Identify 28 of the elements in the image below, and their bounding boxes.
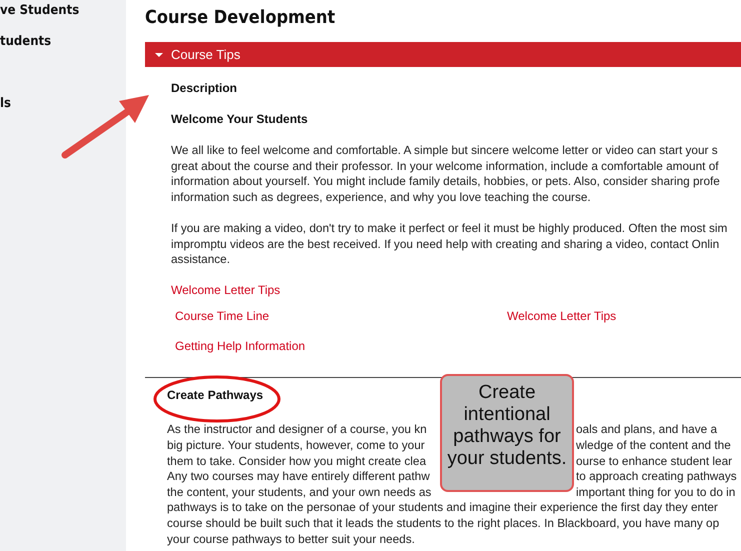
callout: Create intentional pathways for your students. — [440, 374, 574, 492]
paragraph-line: ourse to enhance student lear — [576, 454, 732, 470]
paragraph-line: oals and plans, and have a — [576, 422, 718, 438]
section-heading: Create Pathways — [167, 388, 264, 402]
section-heading: Welcome Your Students — [171, 112, 308, 126]
paragraph-line: the content, your students, and your own needs as — [167, 484, 432, 500]
sidebar-item[interactable]: tudents — [0, 34, 52, 50]
paragraph-line: wledge of the content and the — [576, 438, 731, 454]
paragraph: We all like to feel welcome and comfortable. A simple but sincere welcome letter or video can start your s great about the course and their professor. In your welcome information, include a comfortable amount of information about yourself. You might include family details, hobbies, or pets. Also, consider sharing profe information such as degrees, experience, and why you love teaching the course. — [171, 143, 721, 206]
paragraph-line: big picture. Your students, however, come to your — [167, 438, 425, 454]
section-header[interactable]: Course Tips — [145, 42, 741, 67]
link[interactable]: Welcome Letter Tips — [171, 283, 280, 298]
paragraph-line: course should be built such that it leads the students to the right places. In Blackboard, you have many op — [167, 516, 720, 532]
paragraph-line: your course pathways to better suit your needs. — [167, 532, 415, 548]
paragraph-line: important thing for you to do in — [576, 484, 736, 500]
link[interactable]: Getting Help Information — [175, 339, 306, 354]
page-title: Course Development — [145, 7, 336, 28]
paragraph-line: Any two courses may have entirely different pathw — [167, 469, 430, 485]
paragraph: If you are making a video, don't try to make it perfect or feel it must be highly produced. Often the most sim impromptu videos are the best received. If you need help with creating and sharing a video, contact Onlin assistance. — [171, 220, 728, 268]
paragraph-line: to approach creating pathways — [576, 469, 737, 485]
link[interactable]: Course Time Line — [175, 309, 507, 324]
link[interactable]: Welcome Letter Tips — [507, 309, 616, 324]
sidebar-item[interactable]: ve Students — [0, 3, 80, 19]
paragraph-line: them to take. Consider how you might create clea — [167, 454, 426, 470]
paragraph-line: pathways is to take on the personae of your students and imagine their experience the first day they enter — [167, 500, 718, 516]
paragraph-line: As the instructor and designer of a course, you kn — [167, 422, 427, 438]
sidebar-item[interactable]: ls — [0, 96, 11, 112]
description-heading: Description — [171, 81, 238, 95]
